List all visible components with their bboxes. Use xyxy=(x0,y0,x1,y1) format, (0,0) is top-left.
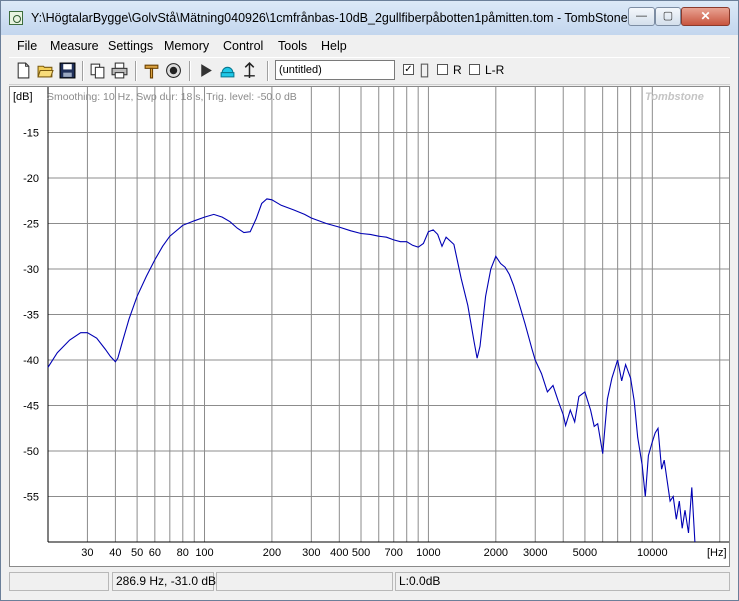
new-file-icon[interactable] xyxy=(15,62,32,79)
lr-channel-label: L-R xyxy=(485,63,505,77)
status-pane-blank xyxy=(216,572,393,591)
x-tick-label: 30 xyxy=(81,547,93,559)
y-tick-label: -30 xyxy=(23,264,39,276)
x-axis-unit: [Hz] xyxy=(707,547,727,559)
menu-tools[interactable]: Tools xyxy=(278,39,307,53)
x-tick-label: 500 xyxy=(352,547,370,559)
open-folder-icon[interactable] xyxy=(37,62,54,79)
frequency-response-trace xyxy=(47,198,696,543)
minimize-button[interactable]: — xyxy=(628,7,655,26)
menu-bar: File Measure Settings Memory Control Too… xyxy=(9,35,730,56)
title-bar[interactable]: Y:\HögtalarBygge\GolvStå\Mätning040926\1… xyxy=(1,1,738,35)
toolbar-separator xyxy=(189,61,191,81)
preset-name-input[interactable] xyxy=(275,60,395,80)
menu-measure[interactable]: Measure xyxy=(50,39,99,53)
x-tick-label: 10000 xyxy=(637,547,668,559)
channel-indicator-icon xyxy=(420,63,429,78)
x-tick-label: 60 xyxy=(149,547,161,559)
maximize-button[interactable]: ▢ xyxy=(655,7,681,26)
x-tick-label: 300 xyxy=(302,547,320,559)
y-tick-label: -15 xyxy=(23,128,39,140)
watermark: Tombstone xyxy=(645,91,704,103)
measurement-info: Smoothing: 10 Hz, Swp dur: 18 s, Trig. l… xyxy=(47,91,297,103)
x-tick-label: 5000 xyxy=(573,547,597,559)
x-tick-label: 3000 xyxy=(523,547,547,559)
y-axis-unit: [dB] xyxy=(13,91,33,103)
x-tick-label: 1000 xyxy=(416,547,440,559)
y-tick-label: -40 xyxy=(23,355,39,367)
probe-icon[interactable] xyxy=(143,62,160,79)
lr-channel-checkbox[interactable] xyxy=(469,64,480,75)
status-bar: 286.9 Hz, -31.0 dB L:0.0dB xyxy=(9,571,730,593)
x-tick-label: 100 xyxy=(195,547,213,559)
level-readout: L:0.0dB xyxy=(395,572,730,591)
frequency-response-plot[interactable]: -15 -20 -25 -30 -35 -40 -45 -50 -55 30 40 50 60 80 10… xyxy=(9,86,730,567)
play-icon[interactable] xyxy=(197,62,214,79)
response-chart[interactable]: -15 -20 -25 -30 -35 -40 -45 -50 -55 30 40 50 60 80 10… xyxy=(10,87,729,566)
toolbar-separator xyxy=(135,61,137,81)
app-window: Y:\HögtalarBygge\GolvStå\Mätning040926\1… xyxy=(0,0,739,601)
menu-control[interactable]: Control xyxy=(223,39,263,53)
window-title: Y:\HögtalarBygge\GolvStå\Mätning040926\1… xyxy=(31,11,628,25)
menu-settings[interactable]: Settings xyxy=(108,39,153,53)
channel-checkbox[interactable]: ✓ xyxy=(403,64,414,75)
cursor-tool-icon[interactable] xyxy=(241,62,258,79)
record-icon[interactable] xyxy=(219,62,236,79)
y-tick-label: -45 xyxy=(23,401,39,413)
x-tick-label: 80 xyxy=(177,547,189,559)
x-tick-label: 700 xyxy=(385,547,403,559)
x-tick-label: 200 xyxy=(263,547,281,559)
y-tick-label: -20 xyxy=(23,173,39,185)
toolbar-separator xyxy=(267,61,269,81)
print-icon[interactable] xyxy=(111,62,128,79)
x-tick-label: 40 xyxy=(109,547,121,559)
toolbar: ✓ R L-R xyxy=(9,57,730,85)
y-tick-label: -25 xyxy=(23,219,39,231)
right-channel-label: R xyxy=(453,63,462,77)
copy-icon[interactable] xyxy=(89,62,106,79)
save-icon[interactable] xyxy=(59,62,76,79)
status-pane-empty xyxy=(9,572,109,591)
y-tick-label: -35 xyxy=(23,310,39,322)
menu-memory[interactable]: Memory xyxy=(164,39,209,53)
x-tick-label: 50 xyxy=(131,547,143,559)
x-tick-label: 400 xyxy=(330,547,348,559)
speaker-icon[interactable] xyxy=(165,62,182,79)
right-channel-checkbox[interactable] xyxy=(437,64,448,75)
app-icon[interactable] xyxy=(9,11,23,25)
menu-file[interactable]: File xyxy=(17,39,37,53)
y-tick-label: -55 xyxy=(23,492,39,504)
menu-help[interactable]: Help xyxy=(321,39,347,53)
y-tick-label: -50 xyxy=(23,446,39,458)
toolbar-separator xyxy=(82,61,84,81)
x-tick-label: 2000 xyxy=(484,547,508,559)
cursor-readout: 286.9 Hz, -31.0 dB xyxy=(112,572,216,591)
close-button[interactable]: ✕ xyxy=(681,7,730,26)
